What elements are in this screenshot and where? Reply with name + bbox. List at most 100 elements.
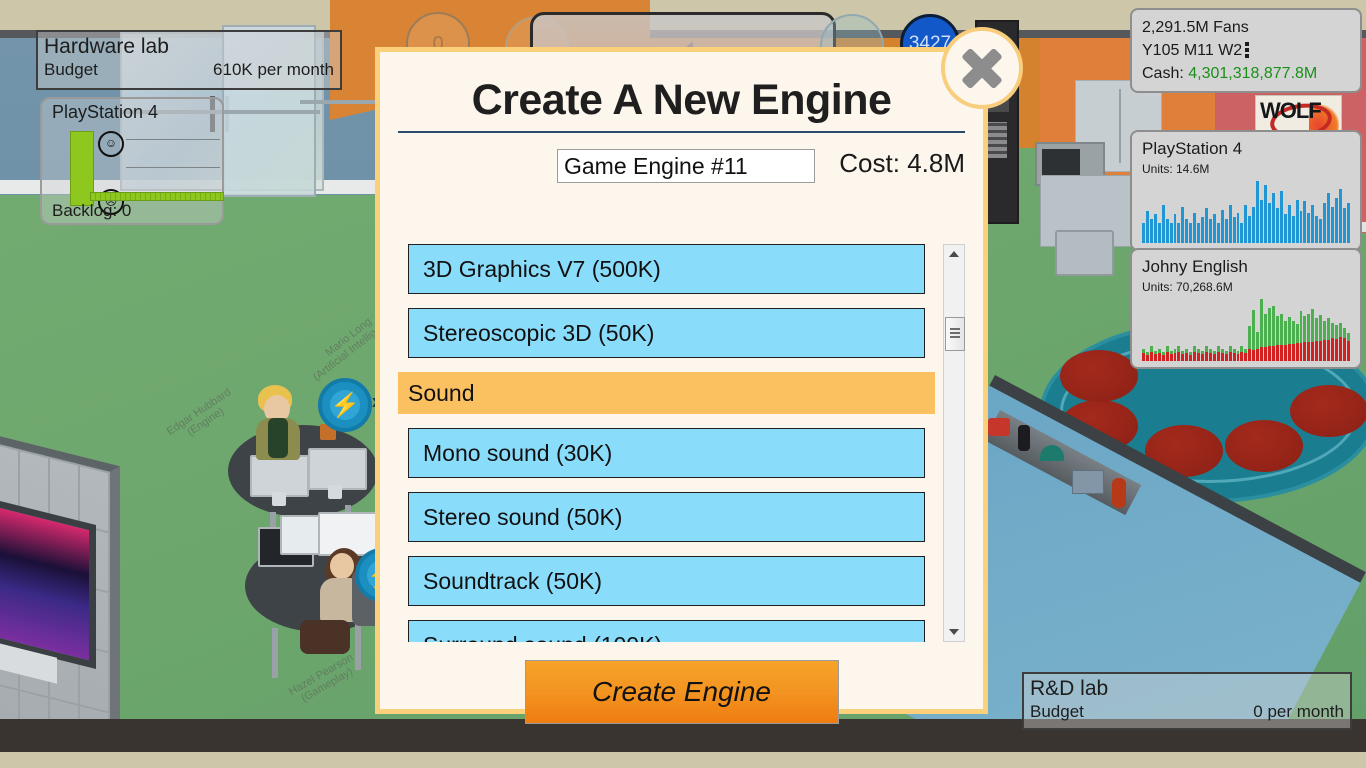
dialog-toprow: Cost: 4.8M [380, 148, 983, 187]
beanbag [1290, 385, 1366, 437]
console-production-panel[interactable]: PlayStation 4 ☺ ☹ Backlog: 0 [40, 97, 224, 225]
sparkline-bar [1169, 222, 1173, 243]
employee-legs [300, 620, 350, 654]
sparkline-bar [1208, 348, 1212, 361]
product-panel-johny[interactable]: Johny English Units: 70,268.6M [1130, 248, 1362, 369]
rnd-lab-title: R&D lab [1030, 677, 1109, 700]
sparkline-bar [1185, 219, 1189, 243]
product-name: Johny English [1142, 257, 1248, 276]
hardware-lab-budget-value: 610K per month [213, 60, 334, 79]
sparkline-bar [1323, 320, 1327, 361]
sparkline-bar [1248, 215, 1252, 243]
product-units: Units: 70,268.6M [1142, 280, 1233, 294]
bottom-tan-band [0, 752, 1366, 768]
sparkline-bar [1252, 207, 1256, 243]
sparkline-bar [1256, 331, 1260, 361]
sparkline-bar [1346, 333, 1350, 361]
sparkline-bar [1311, 308, 1315, 361]
sparkline-bar [1240, 222, 1244, 243]
sparkline-bar [1295, 323, 1299, 361]
monitor-stand [328, 485, 342, 499]
sparkline-bar [1271, 193, 1275, 243]
engine-cost-label: Cost: 4.8M [839, 148, 965, 178]
cash-value: 4,301,318,877.8M [1188, 65, 1318, 82]
sparkline-bar [1319, 219, 1323, 243]
vending-keypad [985, 122, 1007, 158]
sparkline-bar [1334, 325, 1338, 361]
sparkline-bar [1346, 203, 1350, 243]
sparkline-bar [1212, 351, 1216, 361]
sparkline-bar [1208, 219, 1212, 243]
sparkline-bar [1260, 200, 1264, 243]
scroll-up-arrow-icon[interactable] [944, 245, 964, 263]
sparkline-bar [1224, 351, 1228, 361]
sparkline-bar [1165, 346, 1169, 361]
sparkline-bar [1342, 208, 1346, 243]
sparkline-bar [1338, 189, 1342, 243]
player-stats-panel[interactable]: 2,291.5M Fans Y105 M11 W2 Cash: 4,301,31… [1130, 8, 1362, 93]
sparkline-bar [1149, 219, 1153, 243]
sparkline-bar [1279, 190, 1283, 243]
feature-item[interactable]: 3D Graphics V7 (500K) [408, 244, 925, 294]
sparkline-bar [1268, 308, 1271, 361]
sparkline-bar [1220, 210, 1224, 243]
feature-item[interactable]: Stereo sound (50K) [408, 492, 925, 542]
sparkline-bar [1319, 314, 1323, 361]
close-x-icon[interactable] [941, 27, 1023, 109]
sparkline-bar [1232, 216, 1236, 243]
sparkline-bar [1268, 203, 1271, 243]
scroll-thumb[interactable] [945, 317, 965, 351]
beanbag [1225, 420, 1303, 472]
feature-list[interactable]: 3D Graphics V7 (500K) Stereoscopic 3D (50… [398, 244, 935, 642]
sparkline-bar [1275, 208, 1279, 243]
sparkline-bar [1205, 346, 1208, 361]
sink [1055, 230, 1114, 276]
vertical-dots-icon[interactable] [1245, 41, 1250, 60]
hardware-lab-panel[interactable]: Hardware lab Budget 610K per month [36, 30, 342, 90]
sparkline-bar [1331, 207, 1334, 243]
sparkline-bar [1307, 212, 1311, 243]
sparkline-bar [1244, 204, 1248, 243]
sparkline-bar [1275, 315, 1279, 361]
sparkline-bar [1149, 346, 1153, 361]
sparkline-bar [1224, 219, 1228, 243]
feature-item[interactable]: Mono sound (30K) [408, 428, 925, 478]
happy-face-icon: ☺ [98, 131, 124, 157]
sparkline-bar [1205, 208, 1208, 243]
sparkline-bar [1311, 204, 1315, 243]
feature-item[interactable]: Soundtrack (50K) [408, 556, 925, 606]
rnd-lab-panel[interactable]: R&D lab Budget 0 per month [1022, 672, 1352, 730]
beanbag [1060, 350, 1138, 402]
create-engine-button[interactable]: Create Engine [524, 660, 839, 724]
sparkline-bar [1291, 321, 1295, 361]
feature-item[interactable]: Stereoscopic 3D (50K) [408, 308, 925, 358]
game-date-row: Y105 M11 W2 [1142, 39, 1350, 62]
desk-leg [272, 628, 278, 678]
sparkline-bar [1287, 204, 1291, 243]
create-engine-button-label: Create Engine [591, 676, 771, 707]
product-panel-playstation[interactable]: PlayStation 4 Units: 14.6M [1130, 130, 1362, 251]
console-divider-line [126, 167, 220, 168]
sparkline-bar [1327, 318, 1330, 361]
poster-text: WOLF [1260, 98, 1322, 123]
dialog-title: Create A New Engine [471, 76, 892, 124]
wall-tv-left [0, 499, 96, 669]
sparkline-bar [1220, 348, 1224, 361]
engine-name-input[interactable] [557, 149, 815, 183]
feature-list-scrollbar[interactable] [943, 244, 965, 642]
sparkline-bar [1299, 311, 1303, 361]
sparkline-bar [1157, 348, 1161, 361]
feature-item[interactable]: Surround sound (100K) [408, 620, 925, 642]
scroll-thumb-grip [950, 327, 960, 338]
sparkline-bar [1291, 215, 1295, 243]
sparkline-bar [1177, 222, 1181, 243]
rnd-lab-budget-row: Budget 0 per month [1024, 702, 1350, 724]
sparkline-bar [1323, 203, 1327, 243]
title-divider [398, 131, 965, 133]
sparkline-bar [1173, 213, 1177, 243]
lightning-badge[interactable]: ⚡ [318, 378, 372, 432]
sparkline-bar [1185, 348, 1189, 361]
sparkline-bar [1169, 351, 1173, 361]
scroll-down-arrow-icon[interactable] [944, 623, 964, 641]
feature-category-header[interactable]: Sound [398, 372, 935, 414]
